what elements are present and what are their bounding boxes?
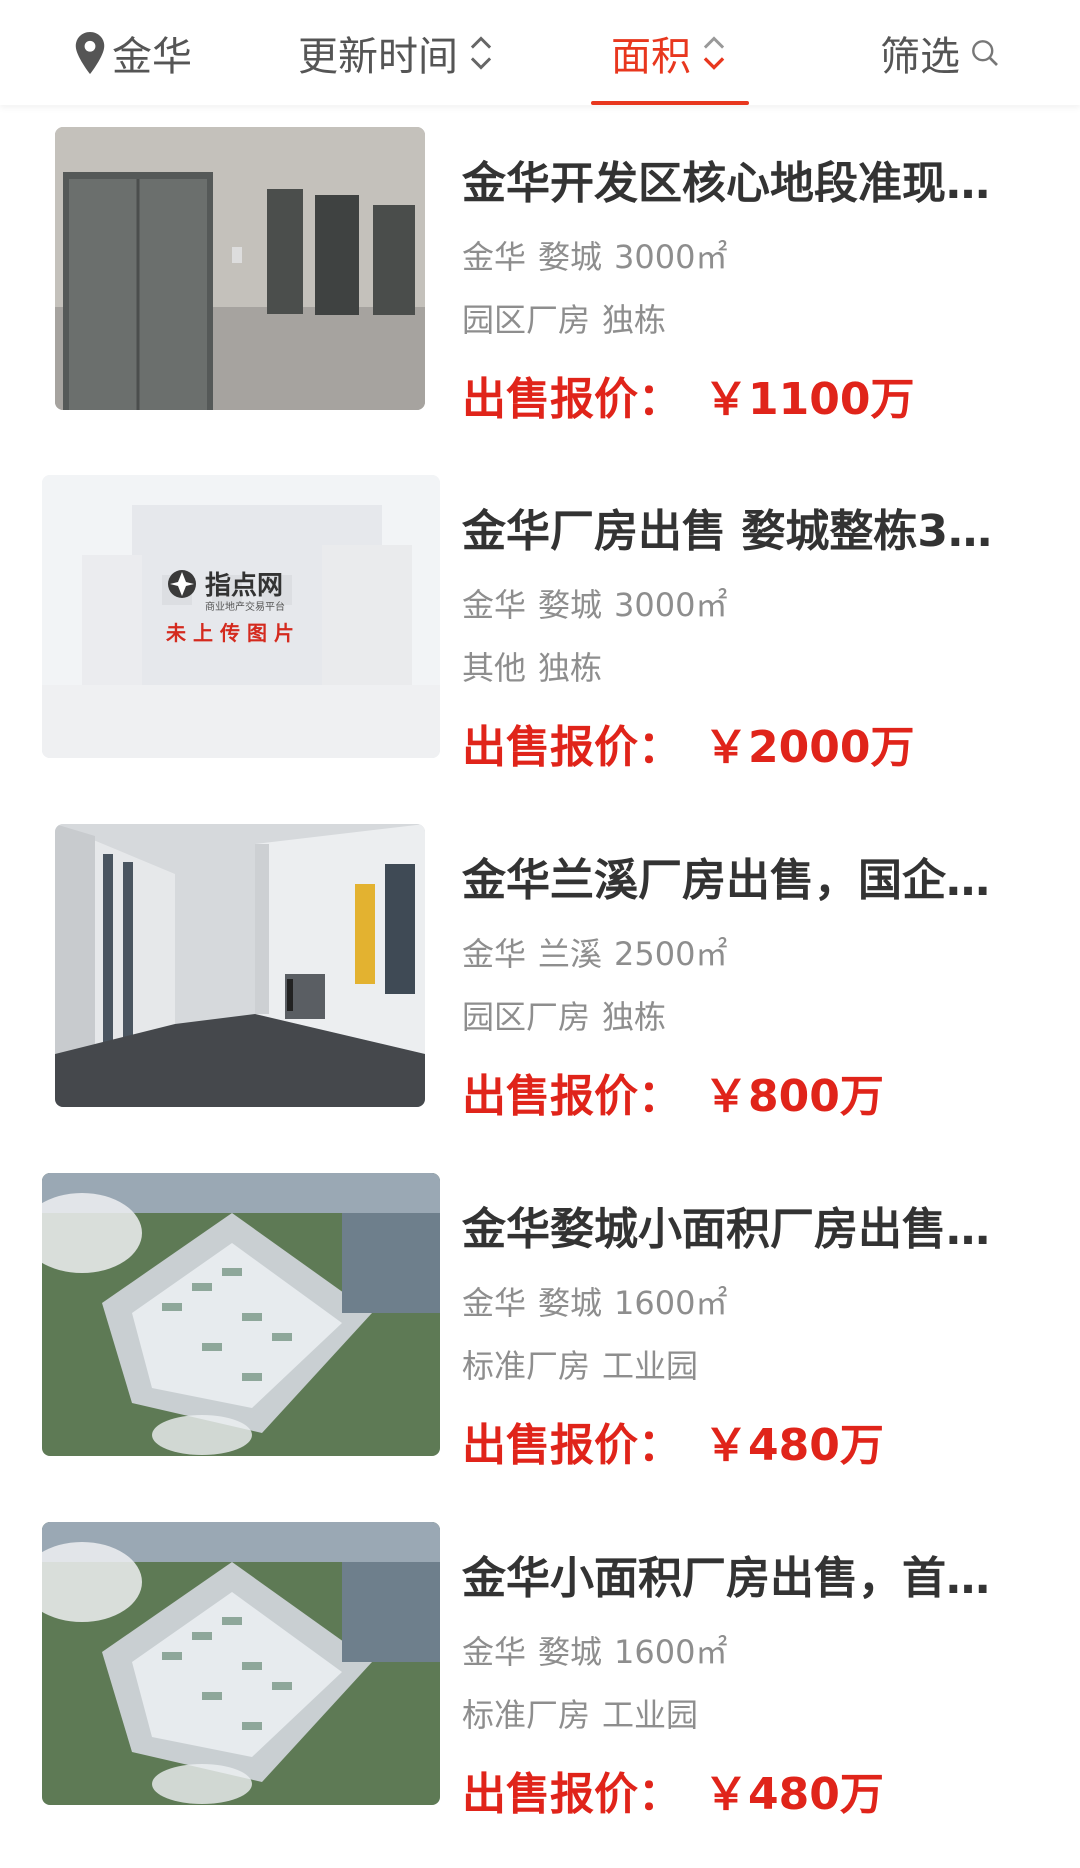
- listing-city: 金华: [462, 935, 527, 973]
- filter-bar: 金华 更新时间 面积 筛选: [0, 0, 1080, 105]
- placeholder-notice: 未上传图片: [166, 621, 301, 645]
- listing-tag: 独栋: [538, 649, 603, 687]
- sort-update-time[interactable]: 更新时间: [298, 0, 494, 105]
- listing-tags: 标准厂房 工业园: [462, 1341, 1022, 1387]
- listing-district: 婺城: [538, 238, 603, 276]
- listing-city: 金华: [462, 1284, 527, 1322]
- listing-card[interactable]: 金华婺城小面积厂房出售… 金华 婺城 1600㎡ 标准厂房 工业园 出售报价： ￥480…: [0, 1151, 1080, 1501]
- listing-tags: 其他 独栋: [462, 643, 1022, 689]
- listing-tags: 园区厂房 独栋: [462, 295, 1022, 341]
- location-label: 金华: [112, 33, 192, 80]
- factory-street-photo: [55, 824, 425, 1107]
- listing-area: 2500㎡: [614, 935, 728, 973]
- location-pin-icon: [75, 31, 105, 74]
- listing-tags: 标准厂房 工业园: [462, 1690, 1022, 1736]
- price-label: 出售报价：: [462, 374, 682, 425]
- listing-area: 1600㎡: [614, 1284, 728, 1322]
- industrial-park-aerial-render: [42, 1173, 440, 1456]
- listing-city: 金华: [462, 1633, 527, 1671]
- listing-price: 出售报价： ￥480万: [462, 1409, 884, 1473]
- listing-tags: 园区厂房 独栋: [462, 992, 1022, 1038]
- listing-card[interactable]: 金华兰溪厂房出售，国企… 金华 兰溪 2500㎡ 园区厂房 独栋 出售报价： ￥800万: [0, 802, 1080, 1152]
- filter-button[interactable]: 筛选: [880, 0, 1000, 105]
- sort-toggle-icon: [703, 35, 725, 70]
- listing-area: 3000㎡: [614, 586, 728, 624]
- listing-area: 1600㎡: [614, 1633, 728, 1671]
- sort-update-label: 更新时间: [298, 33, 458, 80]
- warehouse-doors-photo: [55, 127, 425, 410]
- listing-price: 出售报价： ￥1100万: [462, 363, 914, 427]
- listing-location-area: 金华 兰溪 2500㎡: [462, 929, 1022, 975]
- location-filter[interactable]: 金华: [72, 0, 192, 105]
- industrial-park-aerial-render: [42, 1522, 440, 1805]
- price-value: ￥2000万: [704, 722, 915, 773]
- listing-city: 金华: [462, 238, 527, 276]
- listing-location-area: 金华 婺城 3000㎡: [462, 232, 1022, 278]
- listing-tag: 其他: [462, 649, 527, 687]
- listing-price: 出售报价： ￥800万: [462, 1060, 884, 1124]
- listing-tag: 标准厂房: [462, 1347, 591, 1385]
- price-label: 出售报价：: [462, 722, 682, 773]
- price-label: 出售报价：: [462, 1420, 682, 1471]
- search-icon: [972, 39, 998, 66]
- listing-card[interactable]: 金华小面积厂房出售，首… 金华 婺城 1600㎡ 标准厂房 工业园 出售报价： ￥480…: [0, 1500, 1080, 1850]
- price-value: ￥1100万: [704, 374, 915, 425]
- listing-tag: 标准厂房: [462, 1696, 591, 1734]
- listing-title[interactable]: 金华兰溪厂房出售，国企…: [462, 844, 1022, 908]
- sort-area[interactable]: 面积: [591, 0, 749, 105]
- filter-label: 筛选: [880, 33, 960, 80]
- listing-location-area: 金华 婺城 1600㎡: [462, 1627, 1022, 1673]
- listing-card[interactable]: 指点网 商业地产交易平台 未上传图片 金华厂房出售 婺城整栋30… 金华 婺城 30…: [0, 453, 1080, 803]
- price-label: 出售报价：: [462, 1071, 682, 1122]
- listing-district: 婺城: [538, 1633, 603, 1671]
- listing-district: 婺城: [538, 1284, 603, 1322]
- listing-tag: 园区厂房: [462, 301, 591, 339]
- listing-title[interactable]: 金华开发区核心地段准现…: [462, 147, 1022, 211]
- price-label: 出售报价：: [462, 1769, 682, 1820]
- listing-price: 出售报价： ￥2000万: [462, 711, 914, 775]
- placeholder-no-image: 指点网 商业地产交易平台 未上传图片: [42, 475, 440, 758]
- listing-tag: 工业园: [602, 1347, 699, 1385]
- listing-tag: 独栋: [602, 998, 667, 1036]
- listing-city: 金华: [462, 586, 527, 624]
- price-value: ￥480万: [704, 1769, 884, 1820]
- listing-district: 婺城: [538, 586, 603, 624]
- placeholder-subtitle: 商业地产交易平台: [205, 602, 285, 613]
- listing-tag: 独栋: [602, 301, 667, 339]
- price-value: ￥480万: [704, 1420, 884, 1471]
- listing-tag: 工业园: [602, 1696, 699, 1734]
- listing-title[interactable]: 金华小面积厂房出售，首…: [462, 1542, 1022, 1606]
- sort-toggle-icon: [470, 35, 492, 70]
- sort-area-label: 面积: [611, 33, 691, 80]
- listing-location-area: 金华 婺城 1600㎡: [462, 1278, 1022, 1324]
- listing-price: 出售报价： ￥480万: [462, 1758, 884, 1822]
- price-value: ￥800万: [704, 1071, 884, 1122]
- listing-title[interactable]: 金华厂房出售 婺城整栋30…: [462, 495, 1022, 559]
- placeholder-brand: 指点网: [205, 571, 284, 601]
- listing-area: 3000㎡: [614, 238, 728, 276]
- listing-location-area: 金华 婺城 3000㎡: [462, 580, 1022, 626]
- listing-card[interactable]: 金华开发区核心地段准现… 金华 婺城 3000㎡ 园区厂房 独栋 出售报价： ￥1100…: [0, 105, 1080, 455]
- listing-district: 兰溪: [538, 935, 603, 973]
- listing-tag: 园区厂房: [462, 998, 591, 1036]
- listing-title[interactable]: 金华婺城小面积厂房出售…: [462, 1193, 1022, 1257]
